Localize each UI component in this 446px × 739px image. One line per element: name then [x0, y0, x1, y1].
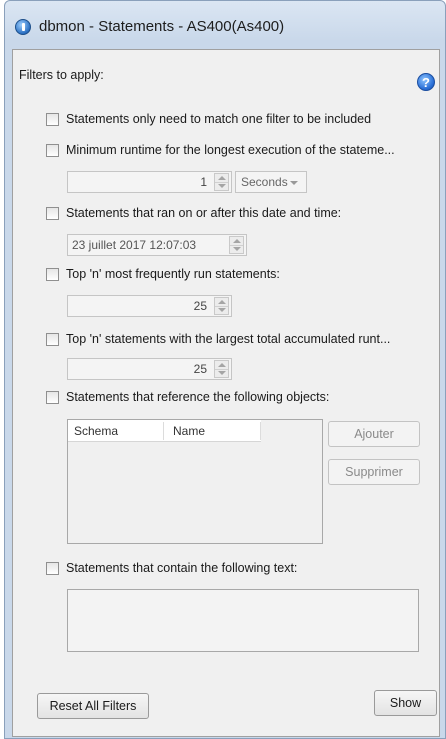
- text-checkbox[interactable]: [46, 562, 59, 575]
- date-time-value: 23 juillet 2017 12:07:03: [72, 238, 197, 252]
- show-button[interactable]: Show: [374, 690, 437, 716]
- top-frequent-value: 25: [193, 299, 207, 313]
- spinner-arrows-icon[interactable]: [214, 173, 229, 191]
- dialog-window: dbmon - Statements - AS400(As400) Filter…: [4, 0, 446, 739]
- min-runtime-checkbox[interactable]: [46, 144, 59, 157]
- runtime-unit-select[interactable]: Seconds: [235, 171, 307, 193]
- spinner-arrows-icon[interactable]: [229, 236, 244, 254]
- top-runtime-checkbox[interactable]: [46, 333, 59, 346]
- runtime-unit-value: Seconds: [241, 175, 288, 189]
- remove-object-button[interactable]: Supprimer: [328, 459, 420, 485]
- top-runtime-value: 25: [193, 362, 207, 376]
- statement-text-input[interactable]: [67, 589, 419, 652]
- window-title: dbmon - Statements - AS400(As400): [39, 18, 285, 35]
- top-runtime-spinner[interactable]: 25: [67, 358, 232, 380]
- objects-table-header: Schema Name: [68, 420, 261, 442]
- min-runtime-spinner[interactable]: 1: [67, 171, 232, 193]
- text-label: Statements that contain the following te…: [66, 561, 298, 575]
- top-frequent-label: Top 'n' most frequently run statements:: [66, 267, 280, 281]
- objects-checkbox[interactable]: [46, 391, 59, 404]
- top-runtime-label: Top 'n' statements with the largest tota…: [66, 332, 391, 346]
- chevron-down-icon: [290, 181, 298, 185]
- match-one-checkbox[interactable]: [46, 113, 59, 126]
- help-icon[interactable]: ?: [417, 73, 435, 91]
- reset-all-filters-button[interactable]: Reset All Filters: [37, 693, 149, 719]
- panel-header: Filters to apply:: [19, 68, 104, 82]
- date-time-label: Statements that ran on or after this dat…: [66, 206, 342, 220]
- date-time-checkbox[interactable]: [46, 207, 59, 220]
- min-runtime-value: 1: [200, 175, 207, 189]
- spinner-arrows-icon[interactable]: [214, 297, 229, 315]
- objects-label: Statements that reference the following …: [66, 390, 330, 404]
- title-bar[interactable]: dbmon - Statements - AS400(As400): [5, 1, 445, 47]
- objects-table[interactable]: Schema Name: [67, 419, 323, 544]
- min-runtime-label: Minimum runtime for the longest executio…: [66, 143, 395, 157]
- column-header-name[interactable]: Name: [173, 424, 205, 438]
- column-header-schema[interactable]: Schema: [74, 424, 118, 438]
- filters-panel: Filters to apply: ? Statements only need…: [12, 49, 440, 737]
- spinner-arrows-icon[interactable]: [214, 360, 229, 378]
- top-frequent-checkbox[interactable]: [46, 268, 59, 281]
- top-frequent-spinner[interactable]: 25: [67, 295, 232, 317]
- match-one-label: Statements only need to match one filter…: [66, 112, 372, 126]
- date-time-picker[interactable]: 23 juillet 2017 12:07:03: [67, 234, 247, 256]
- app-icon: [15, 19, 31, 35]
- add-object-button[interactable]: Ajouter: [328, 421, 420, 447]
